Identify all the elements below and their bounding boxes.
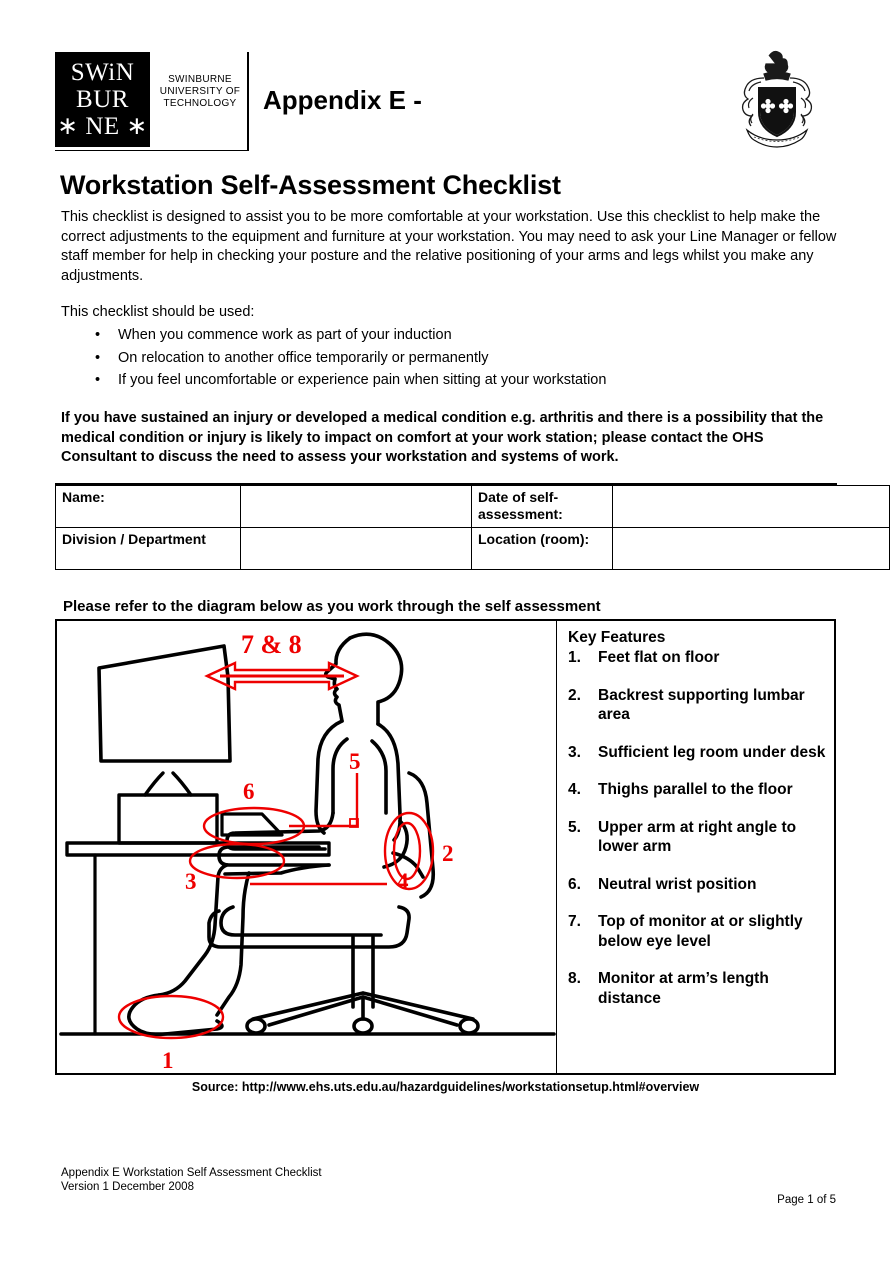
key-feature-label: Neutral wrist position	[598, 875, 757, 893]
diagram-source-caption: Source: http://www.ehs.uts.edu.au/hazard…	[191, 1080, 700, 1094]
key-feature-label: Monitor at arm’s length distance	[598, 970, 769, 1007]
list-item: • If you feel uncomfortable or experienc…	[61, 369, 761, 392]
field-value-division[interactable]	[240, 527, 472, 570]
document-page: SWiN BUR ∗ NE ∗ SWINBURNE UNIVERSITY OF …	[0, 0, 892, 1262]
list-item-label: On relocation to another office temporar…	[118, 349, 489, 366]
callout-number-5: 5	[349, 749, 361, 774]
key-feature-item-7: 7. Top of monitor at or slightly below e…	[568, 912, 826, 951]
key-feature-item-3: 3. Sufficient leg room under desk	[568, 743, 826, 763]
callout-number-2: 2	[442, 841, 454, 866]
workstation-posture-diagram-icon: 1 2 3 4 5 6 7 & 8	[59, 630, 556, 1073]
key-feature-number: 6.	[568, 875, 581, 893]
workstation-diagram: 1 2 3 4 5 6 7 & 8	[57, 621, 557, 1073]
footer-line-1: Appendix E Workstation Self Assessment C…	[61, 1167, 322, 1179]
key-feature-item-1: 1. Feet flat on floor	[568, 648, 826, 668]
page-number: Page 1 of 5	[777, 1194, 836, 1206]
bullet-glyph: •	[95, 372, 101, 388]
footer-line-2: Version 1 December 2008	[61, 1181, 194, 1193]
logo-line-3: ∗ NE ∗	[57, 113, 148, 140]
wordmark-line-2: UNIVERSITY OF	[159, 86, 241, 97]
callout-number-78: 7 & 8	[241, 630, 302, 659]
list-item-label: If you feel uncomfortable or experience …	[118, 372, 607, 388]
logo-line-2: BUR	[76, 86, 129, 113]
bullet-glyph: •	[95, 327, 101, 343]
key-feature-item-8: 8. Monitor at arm’s length distance	[568, 969, 826, 1008]
wordmark-line-1: SWINBURNE	[168, 74, 232, 85]
logo-line-1: SWiN	[70, 59, 135, 86]
key-feature-number: 5.	[568, 818, 581, 836]
key-feature-item-4: 4. Thighs parallel to the floor	[568, 780, 826, 800]
key-feature-label: Feet flat on floor	[598, 649, 720, 666]
field-label-location: Location (room):	[471, 527, 613, 570]
field-label-division: Division / Department	[55, 527, 241, 570]
medical-condition-notice: If you have sustained an injury or devel…	[61, 410, 824, 465]
swinburne-logo: SWiN BUR ∗ NE ∗ SWINBURNE UNIVERSITY OF …	[55, 52, 249, 151]
key-feature-number: 1.	[568, 649, 581, 666]
checklist-usage-list: • When you commence work as part of your…	[61, 324, 761, 392]
key-feature-number: 8.	[568, 970, 581, 987]
callout-number-3: 3	[185, 869, 197, 894]
footer-document-id: Appendix E Workstation Self Assessment C…	[61, 1166, 322, 1194]
field-label-date: Date of self-assessment:	[471, 485, 613, 528]
field-value-name[interactable]	[240, 485, 472, 528]
list-item: • On relocation to another office tempor…	[61, 347, 761, 370]
key-feature-label: Upper arm at right angle to lower arm	[598, 818, 797, 856]
field-value-date[interactable]	[612, 485, 890, 528]
diagram-heading: Please refer to the diagram below as you…	[63, 598, 601, 615]
diagram-container: 1 2 3 4 5 6 7 & 8 Key Features 1. Feet f…	[55, 619, 836, 1075]
page-header: SWiN BUR ∗ NE ∗ SWINBURNE UNIVERSITY OF …	[55, 50, 837, 157]
list-item-label: When you commence work as part of your i…	[118, 327, 452, 343]
callout-number-6: 6	[243, 779, 255, 804]
field-label-name: Name:	[55, 485, 241, 528]
key-feature-item-5: 5. Upper arm at right angle to lower arm	[568, 818, 826, 857]
key-feature-label: Thighs parallel to the floor	[598, 781, 793, 798]
key-feature-item-6: 6. Neutral wrist position	[568, 875, 826, 895]
key-feature-label: Sufficient leg room under desk	[598, 743, 826, 761]
key-features-panel: Key Features 1. Feet flat on floor 2. Ba…	[558, 621, 834, 1073]
key-feature-label: Top of monitor at or slightly below eye …	[598, 913, 803, 950]
page-title: Workstation Self-Assessment Checklist	[60, 170, 561, 200]
swinburne-wordmark: SWINBURNE UNIVERSITY OF TECHNOLOGY	[158, 74, 242, 110]
bullet-glyph: •	[95, 349, 101, 366]
list-item: • When you commence work as part of your…	[61, 324, 761, 347]
callout-number-1: 1	[162, 1048, 174, 1073]
respondent-details-table: Name: Date of self-assessment: Division …	[55, 485, 890, 570]
wordmark-line-3: TECHNOLOGY	[163, 98, 237, 109]
key-feature-number: 4.	[568, 781, 581, 798]
key-features-title: Key Features	[568, 629, 666, 646]
key-feature-number: 3.	[568, 743, 581, 761]
table-row: Name: Date of self-assessment:	[55, 485, 890, 528]
swinburne-logo-mark: SWiN BUR ∗ NE ∗	[55, 52, 150, 147]
key-feature-number: 2.	[568, 686, 581, 704]
appendix-title: Appendix E -	[263, 85, 422, 115]
key-feature-number: 7.	[568, 913, 581, 930]
key-feature-label: Backrest supporting lumbar area	[598, 686, 805, 724]
table-row: Division / Department Location (room):	[55, 527, 890, 570]
callout-number-4: 4	[397, 869, 409, 894]
university-crest-icon	[741, 50, 813, 148]
checklist-usage-lead: This checklist should be used:	[61, 304, 255, 320]
key-feature-item-2: 2. Backrest supporting lumbar area	[568, 686, 826, 725]
intro-paragraph: This checklist is designed to assist you…	[61, 209, 837, 284]
field-value-location[interactable]	[612, 527, 890, 570]
